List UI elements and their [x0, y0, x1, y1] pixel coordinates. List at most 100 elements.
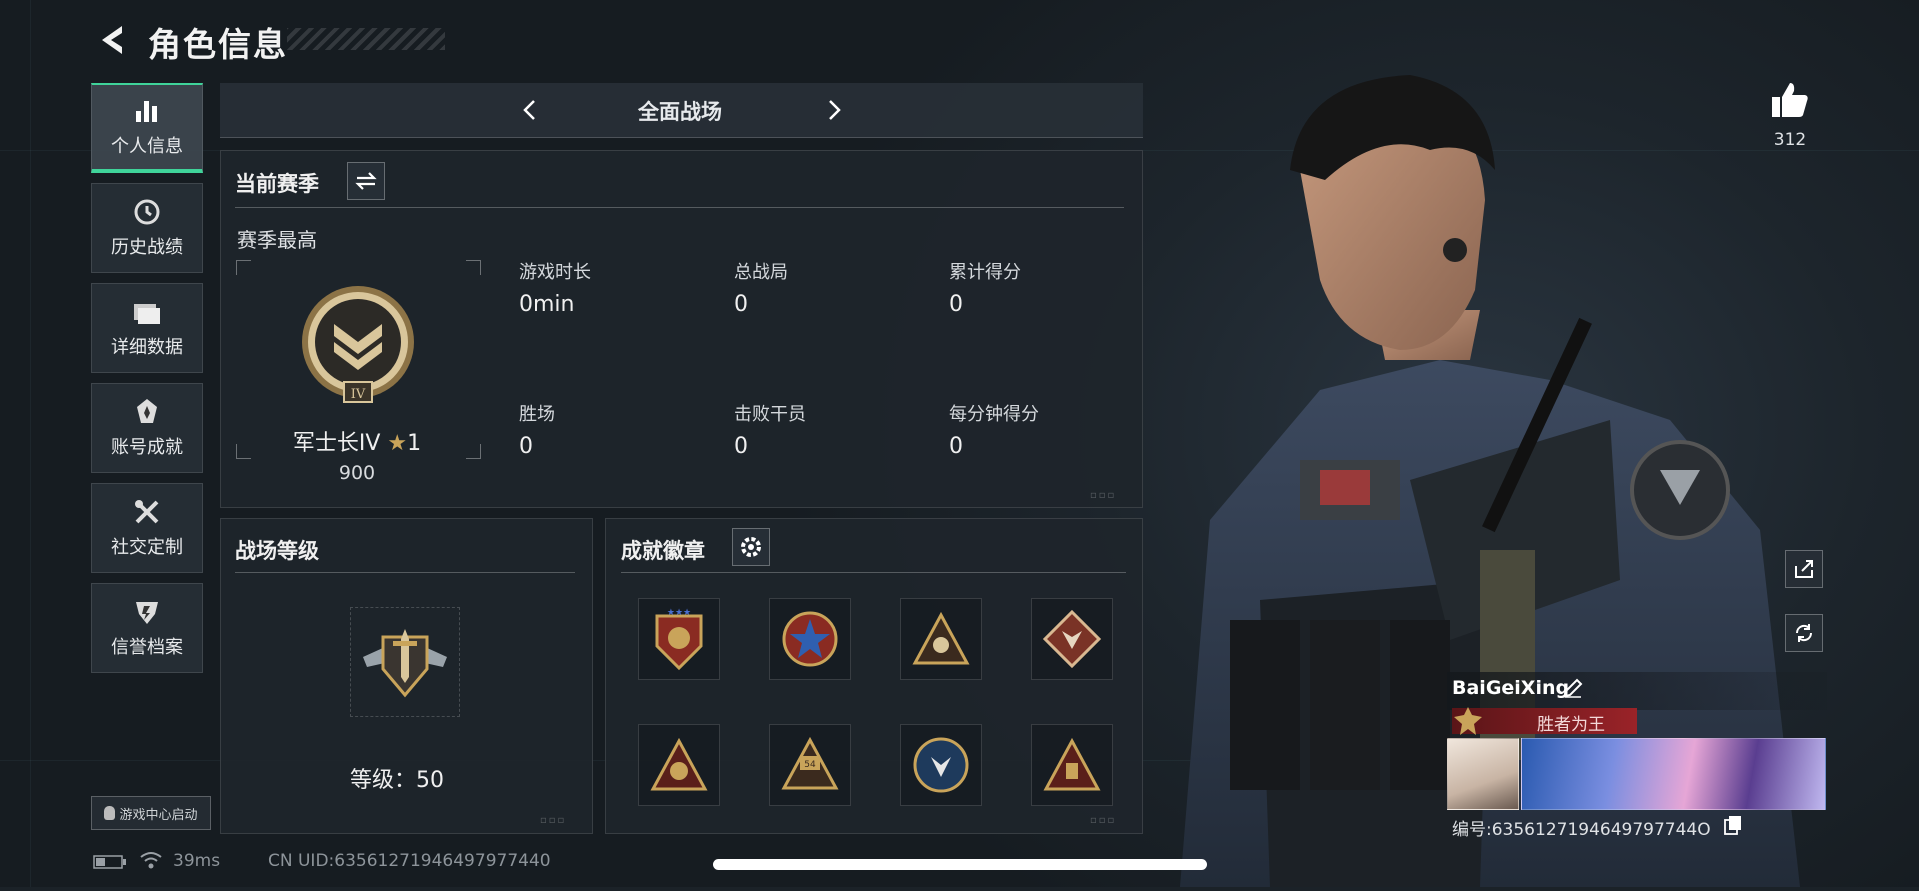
home-indicator[interactable] — [713, 859, 1207, 870]
panel-decoration: ▫▫▫ — [1090, 490, 1117, 501]
nav-item-credit[interactable]: 信誉档案 — [91, 583, 203, 673]
share-button[interactable] — [1785, 550, 1823, 588]
frame-corner — [466, 444, 481, 459]
rank-stars: 1 — [407, 431, 422, 456]
achievement-badge[interactable] — [1031, 724, 1113, 806]
nav-label: 历史战绩 — [111, 237, 183, 258]
copy-icon — [1724, 816, 1741, 835]
rank-name: 军士长IV — [292, 431, 381, 456]
stat-label: 累计得分 — [949, 262, 1021, 283]
penguin-icon — [104, 806, 116, 820]
uid-line: CN UID:63561271946497977440 — [268, 851, 551, 871]
stat-value: 0 — [949, 434, 963, 459]
avatar[interactable] — [1447, 738, 1519, 810]
season-switch-button[interactable] — [347, 162, 385, 200]
achievement-badge[interactable] — [769, 598, 851, 680]
game-center-button[interactable]: 游戏中心启动 — [91, 796, 211, 830]
pencil-icon — [1563, 678, 1583, 698]
achievement-badge[interactable] — [900, 598, 982, 680]
achievement-badge[interactable] — [900, 724, 982, 806]
level-line: 等级：50 — [350, 762, 444, 794]
stat-value: 0 — [734, 434, 748, 459]
achievements-title: 成就徽章 — [621, 539, 705, 563]
stat-label: 击败干员 — [734, 404, 806, 425]
credit-icon — [132, 597, 162, 627]
title-decoration — [287, 28, 445, 50]
stat-value: 0 — [519, 434, 533, 459]
refresh-button[interactable] — [1785, 614, 1823, 652]
nav-item-achievements[interactable]: 账号成就 — [91, 383, 203, 473]
tools-icon — [132, 497, 162, 527]
player-title: 胜者为王 — [1537, 715, 1605, 735]
panel-decoration: ▫▫▫ — [1090, 815, 1117, 826]
stat-value: 0 — [734, 292, 748, 317]
star-icon: ★ — [387, 431, 408, 456]
divider — [235, 572, 575, 573]
level-label: 等级： — [350, 768, 417, 793]
achievement-badge[interactable]: 54 — [769, 724, 851, 806]
level-value: 50 — [416, 768, 445, 793]
nav-label: 详细数据 — [111, 337, 183, 358]
rank-numeral: IV — [351, 387, 366, 402]
rank-line: 军士长IV ★1 — [260, 425, 454, 457]
like-button[interactable] — [1766, 78, 1814, 122]
nav-item-social[interactable]: 社交定制 — [91, 483, 203, 573]
badge-number: 54 — [804, 760, 816, 770]
gear-icon — [741, 537, 761, 557]
rank-points: 900 — [338, 462, 376, 484]
svg-text:★★★: ★★★ — [667, 608, 691, 618]
mode-label: 全面战场 — [638, 100, 722, 124]
stat-label: 总战局 — [734, 262, 788, 283]
stat-label: 胜场 — [519, 404, 555, 425]
player-name: BaiGeiXing — [1452, 677, 1570, 699]
achievement-badge[interactable] — [638, 724, 720, 806]
player-banner[interactable] — [1521, 738, 1826, 810]
player-id-label: 编号: — [1452, 820, 1492, 840]
achievement-badge[interactable] — [1031, 598, 1113, 680]
season-title: 当前赛季 — [235, 172, 319, 196]
nav-item-history[interactable]: 历史战绩 — [91, 183, 203, 273]
frame-corner — [236, 260, 251, 275]
stat-label: 游戏时长 — [519, 262, 591, 283]
nav-label: 个人信息 — [111, 136, 183, 157]
stat-value: 0min — [519, 292, 575, 317]
folder-icon — [132, 297, 162, 327]
mode-next-button[interactable] — [822, 95, 848, 125]
nav-label: 社交定制 — [111, 537, 183, 558]
achievement-icon — [132, 397, 162, 427]
nav-item-personal-info[interactable]: 个人信息 — [91, 83, 203, 173]
player-id-value: 6356127194649797744O — [1491, 820, 1711, 840]
divider — [235, 207, 1124, 208]
achievement-badge[interactable]: ★★★ — [638, 598, 720, 680]
uid-value: 63561271946497977440 — [334, 851, 551, 871]
divider — [621, 572, 1126, 573]
share-icon — [1795, 560, 1813, 578]
rank-badge: IV — [296, 284, 420, 408]
achievements-settings-button[interactable] — [732, 528, 770, 566]
uid-label: CN UID: — [268, 851, 335, 871]
edit-name-button[interactable] — [1562, 677, 1586, 701]
copy-id-button[interactable] — [1724, 815, 1744, 837]
wifi-icon — [139, 850, 163, 870]
grid-line — [30, 0, 31, 887]
stat-label: 每分钟得分 — [949, 404, 1039, 425]
game-center-label: 游戏中心启动 — [119, 807, 198, 823]
battlefield-level-title: 战场等级 — [235, 539, 319, 563]
chevron-right-icon — [829, 100, 841, 120]
refresh-icon — [1795, 624, 1813, 642]
level-emblem — [350, 607, 460, 717]
back-arrow-icon — [102, 26, 122, 54]
nav-label: 信誉档案 — [111, 637, 183, 658]
page-title: 角色信息 — [148, 25, 288, 64]
back-button[interactable] — [92, 20, 132, 60]
bar-chart-icon — [132, 96, 162, 126]
like-count: 312 — [1773, 130, 1807, 150]
mode-prev-button[interactable] — [516, 95, 542, 125]
stat-value: 0 — [949, 292, 963, 317]
frame-corner — [466, 260, 481, 275]
swap-icon — [355, 172, 377, 190]
title-emblem-icon — [1452, 705, 1484, 737]
battery-icon — [93, 854, 127, 870]
nav-item-detailed-data[interactable]: 详细数据 — [91, 283, 203, 373]
chevron-left-icon — [523, 100, 535, 120]
